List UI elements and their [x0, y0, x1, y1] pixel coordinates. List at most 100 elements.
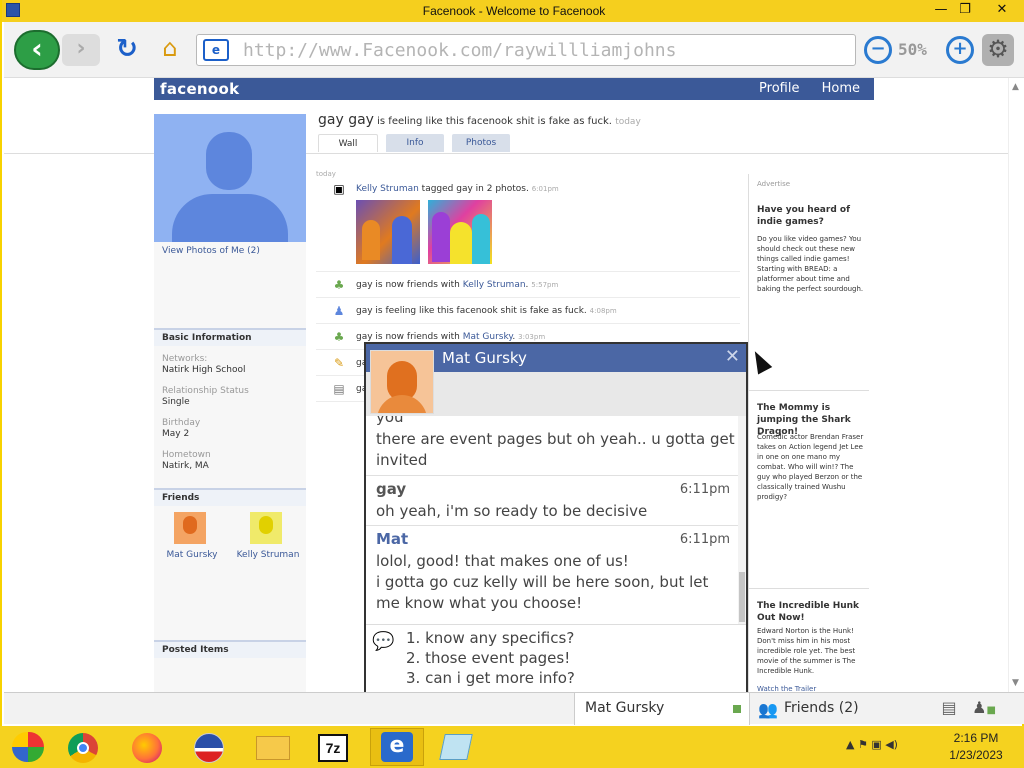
feed-item: ♣ gay is now friends with Kelly Struman.…	[316, 272, 740, 298]
friend-name-kelly[interactable]: Kelly Struman	[230, 550, 306, 560]
settings-gear-icon[interactable]: ⚙	[982, 34, 1014, 66]
7zip-taskbar-icon[interactable]: 7z	[306, 728, 360, 766]
speech-bubbles-icon: 💬	[372, 631, 395, 652]
chat-options-icon[interactable]: ▤	[938, 698, 960, 720]
chrome-taskbar-icon[interactable]	[56, 728, 110, 766]
tab-photos[interactable]: Photos	[452, 134, 510, 152]
chrome-center-icon	[77, 742, 89, 754]
birthday-label: Birthday	[162, 418, 201, 428]
chat-tab-mat[interactable]: Mat Gursky	[574, 693, 750, 725]
message-divider	[366, 525, 738, 526]
networks-value: Natirk High School	[162, 365, 246, 375]
zoom-out-button[interactable]: −	[864, 36, 892, 64]
reply-option-3[interactable]: 3. can i get more info?	[406, 669, 575, 687]
chat-messages[interactable]: you there are event pages but oh yeah.. …	[366, 416, 738, 624]
clock-date: 1/23/2023	[949, 748, 1003, 762]
ad-title[interactable]: Have you heard of indie games?	[757, 204, 867, 228]
feed-today-label: today	[316, 170, 336, 178]
message-line: you	[376, 416, 404, 426]
firefox-taskbar-icon[interactable]	[120, 728, 174, 766]
refresh-button[interactable]: ↻	[112, 34, 142, 64]
message-line: me know what you choose!	[376, 594, 583, 612]
view-photos-link[interactable]: View Photos of Me (2)	[162, 246, 260, 256]
window-title: Facenook - Welcome to Facenook	[422, 4, 606, 18]
message-time: 6:11pm	[679, 482, 730, 497]
address-bar[interactable]: e http://www.Facenook.com/raywillliamjoh…	[196, 34, 856, 66]
feed-text: Kelly Struman tagged gay in 2 photos. 6:…	[356, 184, 559, 194]
start-logo-icon	[12, 732, 44, 762]
chat-close-icon[interactable]: ✕	[725, 348, 740, 366]
status-time: today	[615, 117, 641, 127]
ad-body: Do you like video games? You should chec…	[757, 235, 864, 293]
chat-scroll-thumb[interactable]	[739, 572, 745, 622]
profile-picture[interactable]	[154, 114, 306, 242]
friend-avatar-mat[interactable]	[174, 512, 206, 544]
tab-info[interactable]: Info	[386, 134, 444, 152]
close-window-button[interactable]: ✕	[980, 1, 1024, 19]
tagged-photo-2[interactable]	[428, 200, 492, 264]
firefox-logo-icon	[132, 733, 162, 763]
nav-profile-link[interactable]: Profile	[759, 81, 799, 96]
chat-window: Mat Gursky ✕ you there are event pages b…	[364, 342, 748, 694]
friend-avatar-head	[183, 516, 197, 534]
feed-time: 6:01pm	[531, 185, 559, 193]
feed-time: 3:03pm	[518, 333, 546, 341]
feed-link[interactable]: Kelly Struman	[356, 184, 419, 194]
campaign-taskbar-icon[interactable]	[182, 728, 236, 766]
friend-name-mat[interactable]: Mat Gursky	[154, 550, 230, 560]
feed-text: gay is feeling like this facenook shit i…	[356, 306, 617, 316]
reply-option-2[interactable]: 2. those event pages!	[406, 649, 570, 667]
back-button[interactable]: ‹	[14, 30, 60, 70]
system-tray-icons[interactable]: ▲ ⚑ ▣ ◀)	[846, 738, 898, 751]
ad-divider	[749, 588, 869, 589]
maximize-button[interactable]: ❐	[954, 1, 976, 19]
tagged-photo-1[interactable]	[356, 200, 420, 264]
message-line: there are event pages but oh yeah.. u go…	[376, 430, 735, 448]
message-divider	[366, 475, 738, 476]
feed-post-text: .	[525, 280, 529, 290]
user-status-icon[interactable]: ♟■	[970, 698, 998, 720]
friend-avatar-kelly[interactable]	[250, 512, 282, 544]
status-update-icon: ♟	[333, 304, 345, 318]
note-icon: ▤	[333, 382, 345, 396]
advertise-label[interactable]: Advertise	[757, 180, 790, 188]
minimize-button[interactable]: —	[930, 1, 952, 19]
ie-taskbar-icon[interactable]: e	[370, 728, 424, 766]
feed-link[interactable]: Kelly Struman	[463, 280, 526, 290]
photo-figure	[392, 216, 412, 264]
url-text[interactable]: http://www.Facenook.com/raywillliamjohns	[243, 40, 676, 61]
chat-scrollbar[interactable]	[738, 416, 746, 624]
notepad-taskbar-icon[interactable]	[430, 728, 484, 766]
home-button[interactable]: ⌂	[154, 34, 186, 64]
photo-figure	[432, 212, 450, 262]
avatar-body	[377, 395, 427, 413]
tab-wall[interactable]: Wall	[318, 134, 378, 152]
ad-trailer-link[interactable]: Watch the Trailer	[757, 684, 867, 692]
7zip-logo-icon: 7z	[318, 734, 348, 762]
friends-online-button[interactable]: Friends (2)	[784, 700, 859, 716]
feed-link[interactable]: Mat Gursky	[463, 332, 513, 342]
taskbar-clock[interactable]: 2:16 PM 1/23/2023	[930, 730, 1022, 764]
photo-figure	[450, 222, 472, 264]
feed-pre-text: gay is feeling like this facenook shit i…	[356, 306, 587, 316]
start-button[interactable]	[2, 728, 56, 766]
page-scrollbar[interactable]: ▲ ▼	[1008, 78, 1024, 692]
chat-bar: Mat Gursky 👥 Friends (2) ▤ ♟■	[4, 692, 1024, 725]
silhouette-body	[172, 194, 288, 242]
forward-button[interactable]: ›	[62, 34, 100, 66]
birthday-value: May 2	[162, 429, 190, 439]
ad-title[interactable]: The Incredible Hunk Out Now!	[757, 600, 867, 624]
scroll-down-icon[interactable]: ▼	[1012, 678, 1019, 688]
message-line: oh yeah, i'm so ready to be decisive	[376, 502, 648, 520]
message-line: i gotta go cuz kelly will be here soon, …	[376, 573, 709, 591]
relationship-value: Single	[162, 397, 190, 407]
zoom-in-button[interactable]: +	[946, 36, 974, 64]
photo-tag-icon: ▣	[333, 182, 345, 196]
reply-option-1[interactable]: 1. know any specifics?	[406, 629, 574, 647]
pencil-icon: ✎	[333, 356, 345, 370]
chat-contact-name: Mat Gursky	[442, 349, 527, 367]
scroll-up-icon[interactable]: ▲	[1012, 82, 1019, 92]
site-logo[interactable]: facenook	[160, 80, 239, 98]
nav-home-link[interactable]: Home	[822, 81, 860, 96]
file-explorer-taskbar-icon[interactable]	[246, 728, 300, 766]
